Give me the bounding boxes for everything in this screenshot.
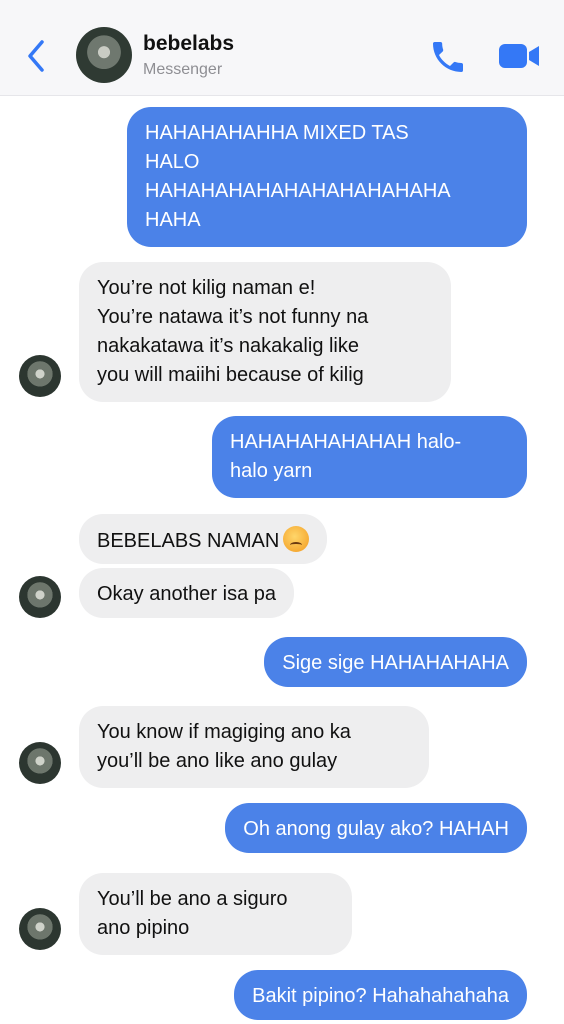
message-bubble-outgoing[interactable]: Bakit pipino? Hahahahahaha [234, 970, 527, 1020]
message-bubble-incoming[interactable]: You’ll be ano a siguro ano pipino [79, 873, 352, 955]
contact-subtitle: Messenger [143, 61, 223, 78]
chat-header: bebelabs Messenger [0, 0, 564, 96]
message-bubble-outgoing[interactable]: HAHAHAHAHAHAH halo- halo yarn [212, 416, 527, 498]
video-camera-icon[interactable] [497, 40, 541, 72]
message-bubble-incoming[interactable]: You know if magiging ano ka you’ll be an… [79, 706, 429, 788]
message-bubble-outgoing[interactable]: Sige sige HAHAHAHAHA [264, 637, 527, 687]
contact-avatar-small[interactable] [19, 908, 61, 950]
contact-avatar-small[interactable] [19, 576, 61, 618]
message-bubble-incoming[interactable]: BEBELABS NAMAN [79, 514, 328, 564]
message-bubble-outgoing[interactable]: Oh anong gulay ako? HAHAH [225, 803, 527, 853]
message-bubble-outgoing[interactable]: HAHAHAHAHHA MIXED TAS HALO HAHAHAHAHAHAH… [127, 107, 527, 247]
message-bubble-incoming[interactable]: Okay another isa pa [79, 568, 294, 618]
contact-avatar[interactable] [76, 27, 132, 83]
contact-name[interactable]: bebelabs [143, 32, 234, 56]
angry-face-emoji [283, 526, 310, 552]
message-text: BEBELABS NAMAN [97, 530, 280, 552]
message-bubble-incoming[interactable]: You’re not kilig naman e! You’re natawa … [79, 262, 451, 402]
contact-avatar-small[interactable] [19, 355, 61, 397]
contact-avatar-small[interactable] [19, 742, 61, 784]
phone-icon[interactable] [428, 37, 468, 77]
chevron-left-icon[interactable] [22, 36, 52, 76]
